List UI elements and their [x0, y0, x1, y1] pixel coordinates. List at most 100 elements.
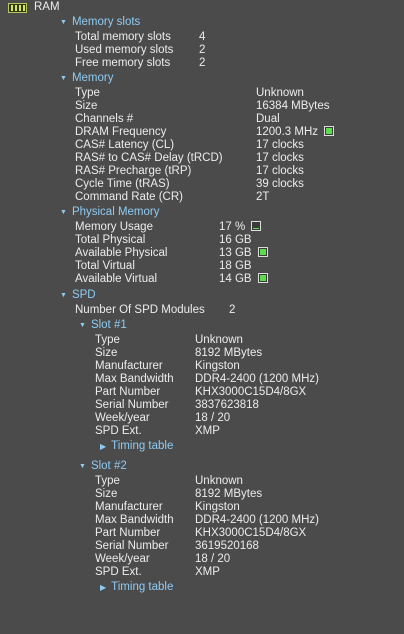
row-value: 1200.3 MHz [256, 126, 319, 138]
row-value: Unknown [256, 87, 304, 99]
section-title: Memory slots [71, 16, 141, 28]
section-title: Memory [71, 72, 114, 84]
row-value: Kingston [195, 501, 240, 513]
row-value: DDR4-2400 (1200 MHz) [195, 514, 319, 526]
expanded-arrow-icon[interactable]: ▼ [79, 460, 86, 473]
row-label: Manufacturer [95, 501, 163, 513]
row-label: Number Of SPD Modules [75, 304, 205, 316]
row-value: 39 clocks [256, 178, 304, 190]
row-value: Unknown [195, 475, 243, 487]
row-label: Size [95, 347, 118, 359]
row-label: Type [95, 475, 120, 487]
row-label: Size [95, 488, 118, 500]
row-label: RAS# to CAS# Delay (tRCD) [75, 152, 223, 164]
row-label: Total Virtual [75, 260, 135, 272]
expanded-arrow-icon[interactable]: ▼ [60, 289, 67, 302]
row-value: 16384 MBytes [256, 100, 330, 112]
row-label: Part Number [95, 386, 161, 398]
row-label: Cycle Time (tRAS) [75, 178, 170, 190]
row-value-with-gauge: 1200.3 MHz [256, 126, 335, 139]
row-label: SPD Ext. [95, 425, 142, 437]
tree-node-memory-slots[interactable]: ▼ Memory slots [60, 16, 140, 29]
row-value: 14 GB [219, 273, 252, 285]
level-gauge-icon [257, 273, 268, 283]
row-label: Week/year [95, 553, 150, 565]
row-value: 17 clocks [256, 139, 304, 151]
level-gauge-icon [257, 247, 268, 257]
collapsed-arrow-icon[interactable]: ▶ [100, 581, 106, 594]
row-label: SPD Ext. [95, 566, 142, 578]
row-value-with-gauge: 13 GB [219, 247, 268, 260]
row-value: XMP [195, 425, 220, 437]
tree-node-slot-2[interactable]: ▼ Slot #2 [79, 460, 127, 473]
expanded-arrow-icon[interactable]: ▼ [60, 206, 67, 219]
row-value: 3619520168 [195, 540, 259, 552]
row-label: Max Bandwidth [95, 373, 174, 385]
row-label: Type [75, 87, 100, 99]
expanded-arrow-icon[interactable]: ▼ [60, 72, 67, 85]
section-title: Timing table [111, 440, 174, 452]
level-gauge-icon [324, 126, 335, 136]
row-label: Serial Number [95, 399, 169, 411]
row-value: 18 GB [219, 260, 252, 272]
row-value: 3837623818 [195, 399, 259, 411]
section-title: Slot #2 [90, 460, 127, 472]
row-label: CAS# Latency (CL) [75, 139, 175, 151]
row-label: Total Physical [75, 234, 146, 246]
row-label: Serial Number [95, 540, 169, 552]
row-value: 2 [199, 57, 206, 69]
expanded-arrow-icon[interactable]: ▼ [60, 16, 67, 29]
row-label: Size [75, 100, 98, 112]
tree-node-timing-table-1[interactable]: ▶ Timing table [100, 440, 173, 453]
row-label: Part Number [95, 527, 161, 539]
section-title: Physical Memory [71, 206, 160, 218]
row-value: 13 GB [219, 247, 252, 259]
row-value: 8192 MBytes [195, 347, 263, 359]
row-value: DDR4-2400 (1200 MHz) [195, 373, 319, 385]
level-gauge-icon [251, 221, 262, 231]
row-value-with-gauge: 17 % [219, 221, 262, 234]
row-value: 8192 MBytes [195, 488, 263, 500]
row-value: 17 clocks [256, 165, 304, 177]
row-label: Channels # [75, 113, 134, 125]
row-value: KHX3000C15D4/8GX [195, 386, 307, 398]
row-label: Week/year [95, 412, 150, 424]
tree-node-spd[interactable]: ▼ SPD [60, 289, 96, 302]
row-label: Memory Usage [75, 221, 153, 233]
row-label: Max Bandwidth [95, 514, 174, 526]
row-value: 2 [229, 304, 236, 316]
row-value: 16 GB [219, 234, 252, 246]
row-value-with-gauge: 14 GB [219, 273, 268, 286]
row-label: Type [95, 334, 120, 346]
tree-node-memory[interactable]: ▼ Memory [60, 72, 113, 85]
row-value: 2 [199, 44, 206, 56]
row-value: 2T [256, 191, 270, 203]
row-value: 17 clocks [256, 152, 304, 164]
row-value: 4 [199, 31, 206, 43]
tree-node-timing-table-2[interactable]: ▶ Timing table [100, 581, 173, 594]
row-value: 17 % [219, 221, 246, 233]
section-title: Timing table [111, 581, 174, 593]
expanded-arrow-icon[interactable]: ▼ [79, 319, 86, 332]
row-value: 18 / 20 [195, 553, 231, 565]
collapsed-arrow-icon[interactable]: ▶ [100, 440, 106, 453]
ram-tree: RAM ▼ Memory slots Total memory slots 4 U… [0, 0, 404, 634]
row-value: 18 / 20 [195, 412, 231, 424]
row-label: Free memory slots [75, 57, 171, 69]
row-label: Available Virtual [75, 273, 158, 285]
section-title: Slot #1 [90, 319, 127, 331]
ram-chip-icon [8, 3, 27, 13]
row-label: Total memory slots [75, 31, 171, 43]
tree-node-ram[interactable]: RAM [34, 1, 60, 14]
row-value: Dual [256, 113, 280, 125]
row-label: Used memory slots [75, 44, 174, 56]
row-label: Manufacturer [95, 360, 163, 372]
row-label: Command Rate (CR) [75, 191, 183, 203]
tree-node-physical-memory[interactable]: ▼ Physical Memory [60, 206, 160, 219]
row-label: Available Physical [75, 247, 168, 259]
row-label: DRAM Frequency [75, 126, 167, 138]
row-value: KHX3000C15D4/8GX [195, 527, 307, 539]
row-label: RAS# Precharge (tRP) [75, 165, 192, 177]
tree-node-slot-1[interactable]: ▼ Slot #1 [79, 319, 127, 332]
row-value: Unknown [195, 334, 243, 346]
